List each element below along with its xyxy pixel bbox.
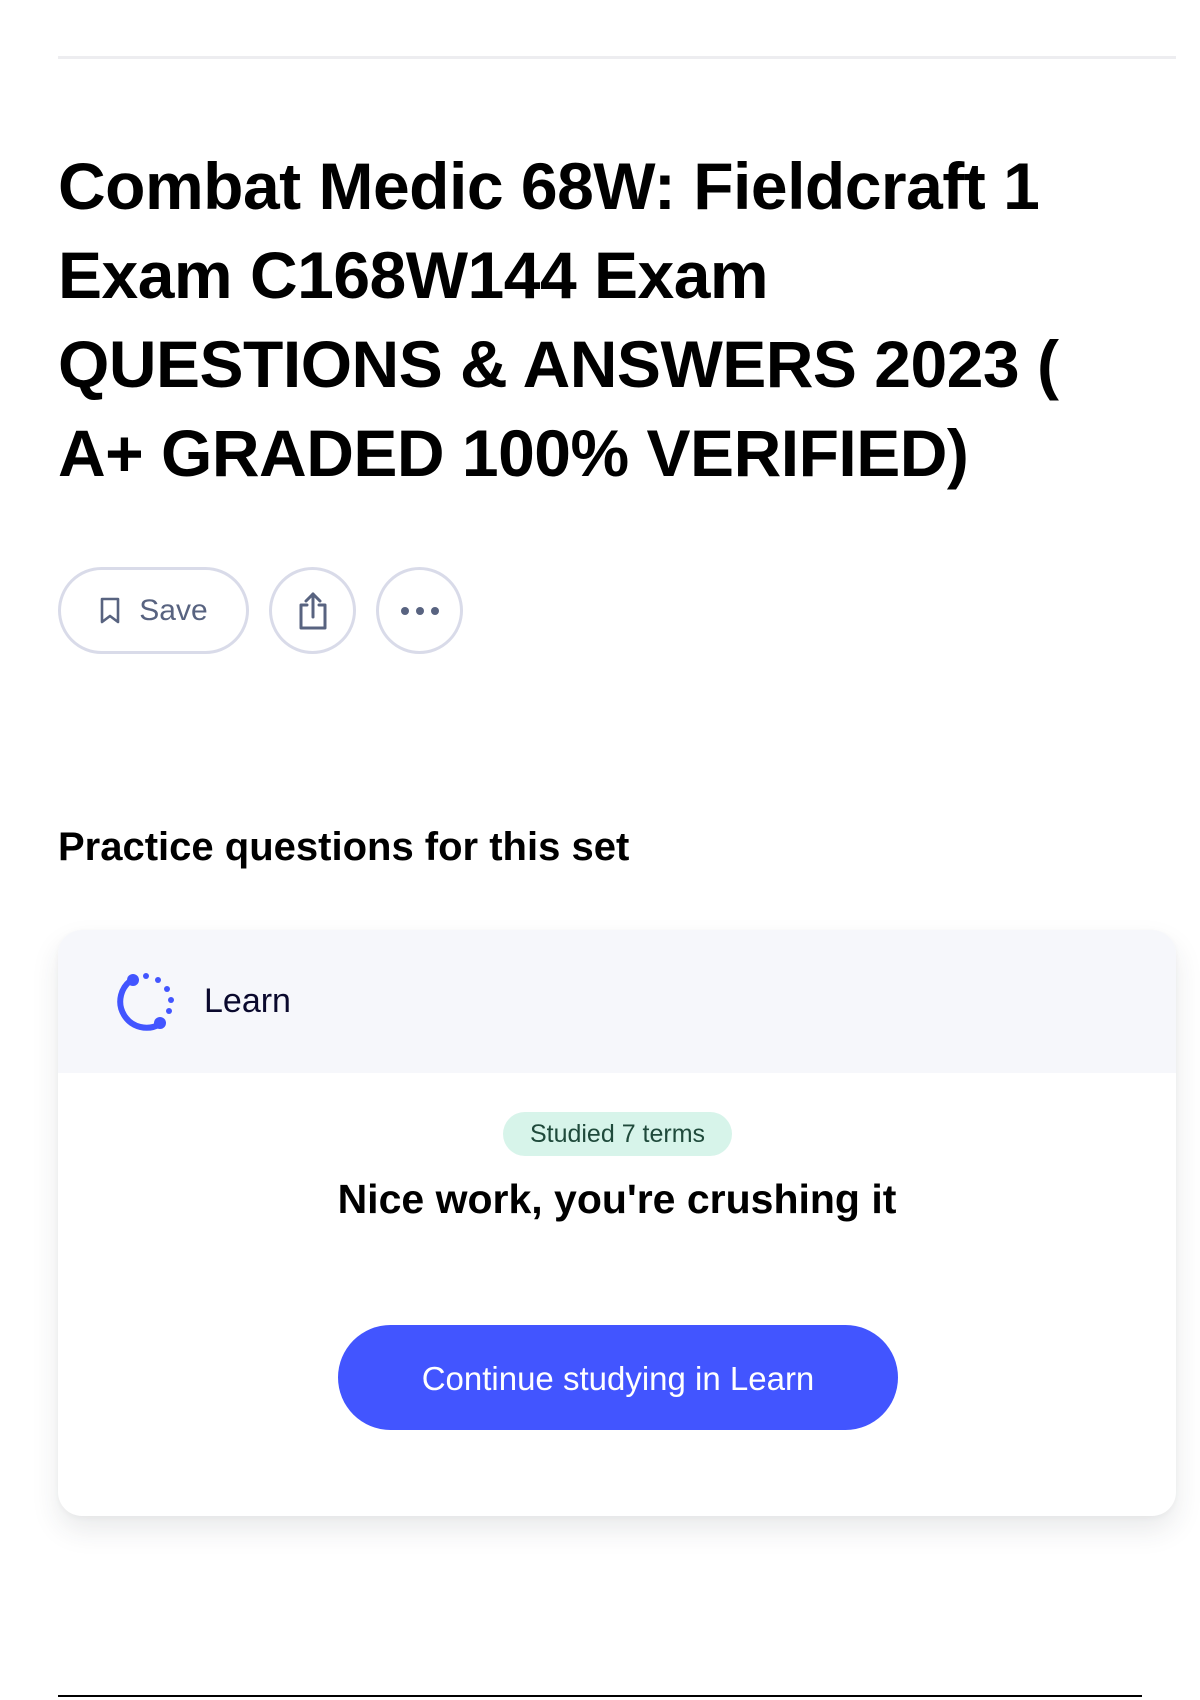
studied-terms-badge: Studied 7 terms: [503, 1112, 732, 1156]
learn-card-header[interactable]: Learn: [58, 930, 1176, 1073]
more-options-button[interactable]: [376, 567, 463, 654]
save-button[interactable]: Save: [58, 567, 249, 654]
share-icon: [295, 590, 331, 632]
continue-learn-button[interactable]: Continue studying in Learn: [338, 1325, 898, 1430]
page-title: Combat Medic 68W: Fieldcraft 1 Exam C168…: [58, 149, 1059, 490]
learn-icon: [116, 971, 178, 1033]
practice-section-heading: Practice questions for this set: [58, 825, 630, 869]
progress-message: Nice work, you're crushing it: [337, 1176, 897, 1222]
share-button[interactable]: [269, 567, 356, 654]
top-divider: [58, 56, 1176, 59]
learn-card: Learn Studied 7 terms Nice work, you're …: [58, 930, 1176, 1516]
bottom-divider: [58, 1695, 1142, 1697]
save-button-label: Save: [139, 593, 208, 627]
set-actions: Save: [58, 567, 463, 654]
more-icon: [400, 606, 440, 616]
bookmark-icon: [99, 597, 121, 625]
learn-mode-label: Learn: [204, 982, 291, 1020]
learn-card-body: Studied 7 terms Nice work, you're crushi…: [58, 1073, 1176, 1516]
